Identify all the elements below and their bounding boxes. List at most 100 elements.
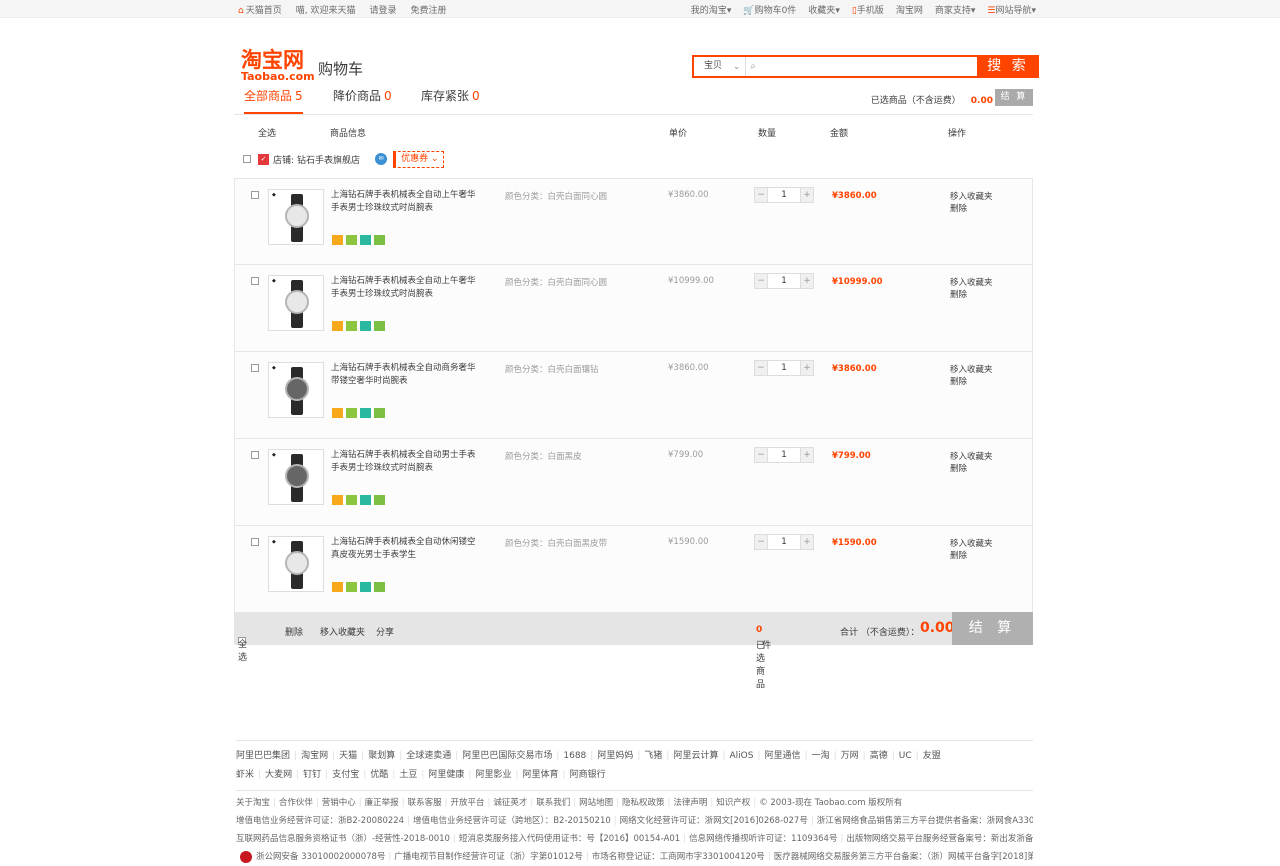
footer-link[interactable]: 知识产权: [716, 798, 750, 808]
coupon-button[interactable]: 优惠券 ⌄: [393, 150, 445, 168]
license-link[interactable]: 增值电信业务经营许可证（跨地区）：B2-20150210: [413, 816, 611, 826]
footer-link[interactable]: 隐私权政策: [622, 798, 665, 808]
increase-button[interactable]: +: [800, 361, 813, 375]
item-checkbox[interactable]: [251, 364, 259, 372]
footer-link[interactable]: 阿里巴巴集团: [236, 751, 290, 761]
footer-share-button[interactable]: 分享: [376, 625, 394, 638]
license-link[interactable]: 浙公网安备 33010002000078号: [256, 852, 385, 862]
footer-link[interactable]: 飞猪: [644, 751, 662, 761]
footer-link[interactable]: 友盟: [923, 751, 941, 761]
item-checkbox[interactable]: [251, 191, 259, 199]
footer-link[interactable]: 大麦网: [265, 770, 292, 780]
quantity-input[interactable]: 1: [768, 361, 800, 375]
license-link[interactable]: 市场名称登记证：工商网市字3301004120号: [592, 852, 765, 862]
footer-link[interactable]: 一淘: [812, 751, 830, 761]
footer-link[interactable]: 阿里妈妈: [597, 751, 633, 761]
quantity-input[interactable]: 1: [768, 448, 800, 462]
item-checkbox[interactable]: [251, 451, 259, 459]
license-link[interactable]: 短消息类服务接入代码使用证书：号【2016】00154-A01: [459, 834, 680, 844]
login-link[interactable]: 请登录: [369, 3, 396, 16]
license-link[interactable]: 浙江省网络食品销售第三方平台提供者备案：浙网食A33010001: [817, 816, 1033, 826]
increase-button[interactable]: +: [800, 274, 813, 288]
product-thumbnail[interactable]: ◆: [268, 275, 324, 331]
delete-item-link[interactable]: 删除: [950, 550, 993, 562]
footer-fav-button[interactable]: 移入收藏夹: [320, 625, 365, 638]
footer-link[interactable]: 优酷: [370, 770, 388, 780]
merchant-support-link[interactable]: 商家支持▾: [935, 3, 976, 16]
delete-item-link[interactable]: 删除: [950, 289, 993, 301]
search-button[interactable]: 搜 索: [977, 55, 1039, 78]
footer-link[interactable]: 阿里健康: [428, 770, 464, 780]
footer-link[interactable]: 阿里通信: [765, 751, 801, 761]
cart-link[interactable]: 🛒购物车0件: [743, 3, 796, 16]
tab-all-items[interactable]: 全部商品 5: [244, 87, 303, 114]
taobao-link[interactable]: 淘宝网: [896, 3, 923, 16]
footer-link[interactable]: 合作伙伴: [279, 798, 313, 808]
footer-link[interactable]: 廉正举报: [365, 798, 399, 808]
search-input[interactable]: [760, 57, 977, 76]
footer-link[interactable]: 全球速卖通: [406, 751, 451, 761]
footer-link[interactable]: 淘宝网: [301, 751, 328, 761]
license-link[interactable]: 医疗器械网络交易服务第三方平台备案：（浙）网械平台备字[2018]第00004号: [774, 852, 1033, 862]
chat-icon[interactable]: ✉: [375, 153, 388, 165]
decrease-button[interactable]: −: [755, 535, 768, 549]
product-title-link[interactable]: 上海钻石牌手表机械表全自动男士手表手表男士珍珠纹式时尚腕表: [331, 449, 476, 475]
footer-link[interactable]: 万网: [841, 751, 859, 761]
license-link[interactable]: 增值电信业务经营许可证：浙B2-20080224: [236, 816, 404, 826]
product-thumbnail[interactable]: ◆: [268, 362, 324, 418]
license-link[interactable]: 广播电视节目制作经营许可证（浙）字第01012号: [394, 852, 583, 862]
my-taobao-link[interactable]: 我的淘宝▾: [691, 3, 732, 16]
footer-link[interactable]: 土豆: [399, 770, 417, 780]
item-checkbox[interactable]: [251, 277, 259, 285]
move-to-favorites-link[interactable]: 移入收藏夹: [950, 451, 993, 463]
search-category-select[interactable]: 宝贝 ⌄: [694, 57, 746, 76]
delete-item-link[interactable]: 删除: [950, 463, 993, 475]
footer-link[interactable]: 阿里影业: [475, 770, 511, 780]
product-title-link[interactable]: 上海钻石牌手表机械表全自动休闲镂空真皮夜光男士手表学生: [331, 536, 476, 562]
col-select-all[interactable]: 全选: [258, 126, 276, 139]
footer-link[interactable]: 阿里体育: [523, 770, 559, 780]
footer-link[interactable]: 营销中心: [322, 798, 356, 808]
product-thumbnail[interactable]: ◆: [268, 189, 324, 245]
tmall-home-link[interactable]: ⌂ 天猫首页: [238, 3, 282, 16]
move-to-favorites-link[interactable]: 移入收藏夹: [950, 277, 993, 289]
footer-link[interactable]: 天猫: [339, 751, 357, 761]
footer-link[interactable]: 虾米: [236, 770, 254, 780]
license-link[interactable]: 互联网药品信息服务资格证书（浙）-经营性-2018-0010: [236, 834, 450, 844]
footer-link[interactable]: 联系我们: [536, 798, 570, 808]
shop-checkbox[interactable]: [243, 155, 251, 163]
top-checkout-button[interactable]: 结 算: [995, 89, 1033, 106]
decrease-button[interactable]: −: [755, 274, 768, 288]
delete-item-link[interactable]: 删除: [950, 203, 993, 215]
product-title-link[interactable]: 上海钻石牌手表机械表全自动上午奢华手表男士珍珠纹式时尚腕表: [331, 189, 476, 215]
footer-link[interactable]: 阿商银行: [570, 770, 606, 780]
footer-link[interactable]: © 2003-现在 Taobao.com 版权所有: [759, 798, 902, 808]
footer-link[interactable]: 关于淘宝: [236, 798, 270, 808]
footer-link[interactable]: 阿里云计算: [673, 751, 718, 761]
footer-link[interactable]: 联系客服: [408, 798, 442, 808]
move-to-favorites-link[interactable]: 移入收藏夹: [950, 364, 993, 376]
tab-price-drop[interactable]: 降价商品 0: [333, 87, 392, 114]
mobile-link[interactable]: ▯手机版: [852, 3, 884, 16]
move-to-favorites-link[interactable]: 移入收藏夹: [950, 538, 993, 550]
footer-link[interactable]: 高德: [870, 751, 888, 761]
footer-link[interactable]: 阿里巴巴国际交易市场: [462, 751, 552, 761]
decrease-button[interactable]: −: [755, 188, 768, 202]
license-link[interactable]: 信息网络传播视听许可证：1109364号: [689, 834, 837, 844]
license-link[interactable]: 出版物网络交易平台服务经营备案号：新出发浙备字第002号: [846, 834, 1033, 844]
quantity-input[interactable]: 1: [768, 535, 800, 549]
footer-link[interactable]: 支付宝: [332, 770, 359, 780]
decrease-button[interactable]: −: [755, 361, 768, 375]
footer-link[interactable]: AliOS: [730, 751, 754, 761]
license-link[interactable]: 网络文化经营许可证：浙网文[2016]0268-027号: [620, 816, 808, 826]
site-nav-link[interactable]: ☰网站导航▾: [987, 3, 1036, 16]
favorites-link[interactable]: 收藏夹▾: [808, 3, 840, 16]
footer-link[interactable]: 钉钉: [303, 770, 321, 780]
register-link[interactable]: 免费注册: [410, 3, 446, 16]
footer-link[interactable]: 1688: [563, 751, 586, 761]
increase-button[interactable]: +: [800, 448, 813, 462]
shop-name-link[interactable]: 钻石手表旗舰店: [297, 153, 360, 166]
taobao-logo[interactable]: 淘宝网 Taobao.com: [241, 50, 315, 84]
decrease-button[interactable]: −: [755, 448, 768, 462]
tab-low-stock[interactable]: 库存紧张 0: [421, 87, 480, 114]
